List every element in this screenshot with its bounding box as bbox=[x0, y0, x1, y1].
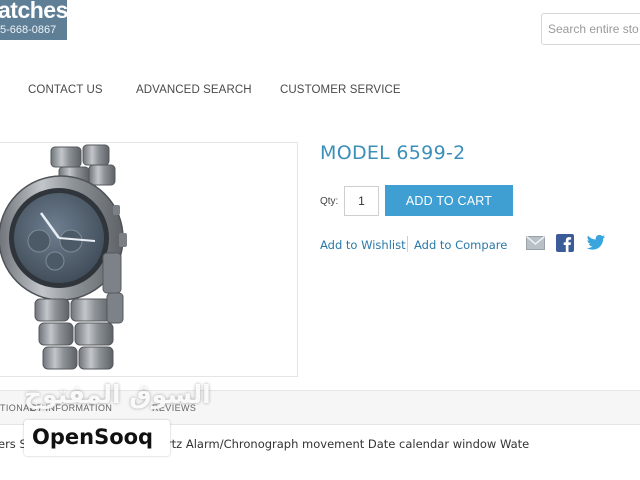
product-title: MODEL 6599-2 bbox=[320, 142, 466, 164]
nav-customer-service[interactable]: CUSTOMER SERVICE bbox=[280, 84, 401, 96]
facebook-icon[interactable] bbox=[556, 234, 574, 252]
watermark-arabic: السوق المفتوح bbox=[24, 380, 211, 409]
add-to-cart-button[interactable]: ADD TO CART bbox=[385, 185, 513, 216]
add-to-wishlist-link[interactable]: Add to Wishlist bbox=[320, 238, 406, 252]
qty-input[interactable] bbox=[344, 186, 379, 216]
search-input[interactable] bbox=[542, 14, 640, 44]
product-watch-image bbox=[0, 144, 127, 370]
nav-contact-us[interactable]: CONTACT US bbox=[28, 84, 103, 96]
search-box bbox=[541, 13, 640, 45]
watermark-brand: OpenSooq bbox=[32, 425, 154, 449]
product-image-frame[interactable] bbox=[0, 142, 298, 377]
qty-label: Qty: bbox=[320, 196, 339, 207]
add-to-compare-link[interactable]: Add to Compare bbox=[414, 238, 507, 252]
link-divider bbox=[407, 236, 408, 252]
store-logo[interactable]: atches 5-668-0867 bbox=[0, 0, 67, 40]
email-icon[interactable] bbox=[526, 236, 545, 250]
store-phone: 5-668-0867 bbox=[0, 24, 57, 36]
nav-advanced-search[interactable]: ADVANCED SEARCH bbox=[136, 84, 252, 96]
watermark-badge: OpenSooq bbox=[24, 420, 170, 456]
logo-text: atches bbox=[0, 0, 67, 23]
twitter-icon[interactable] bbox=[586, 234, 606, 252]
